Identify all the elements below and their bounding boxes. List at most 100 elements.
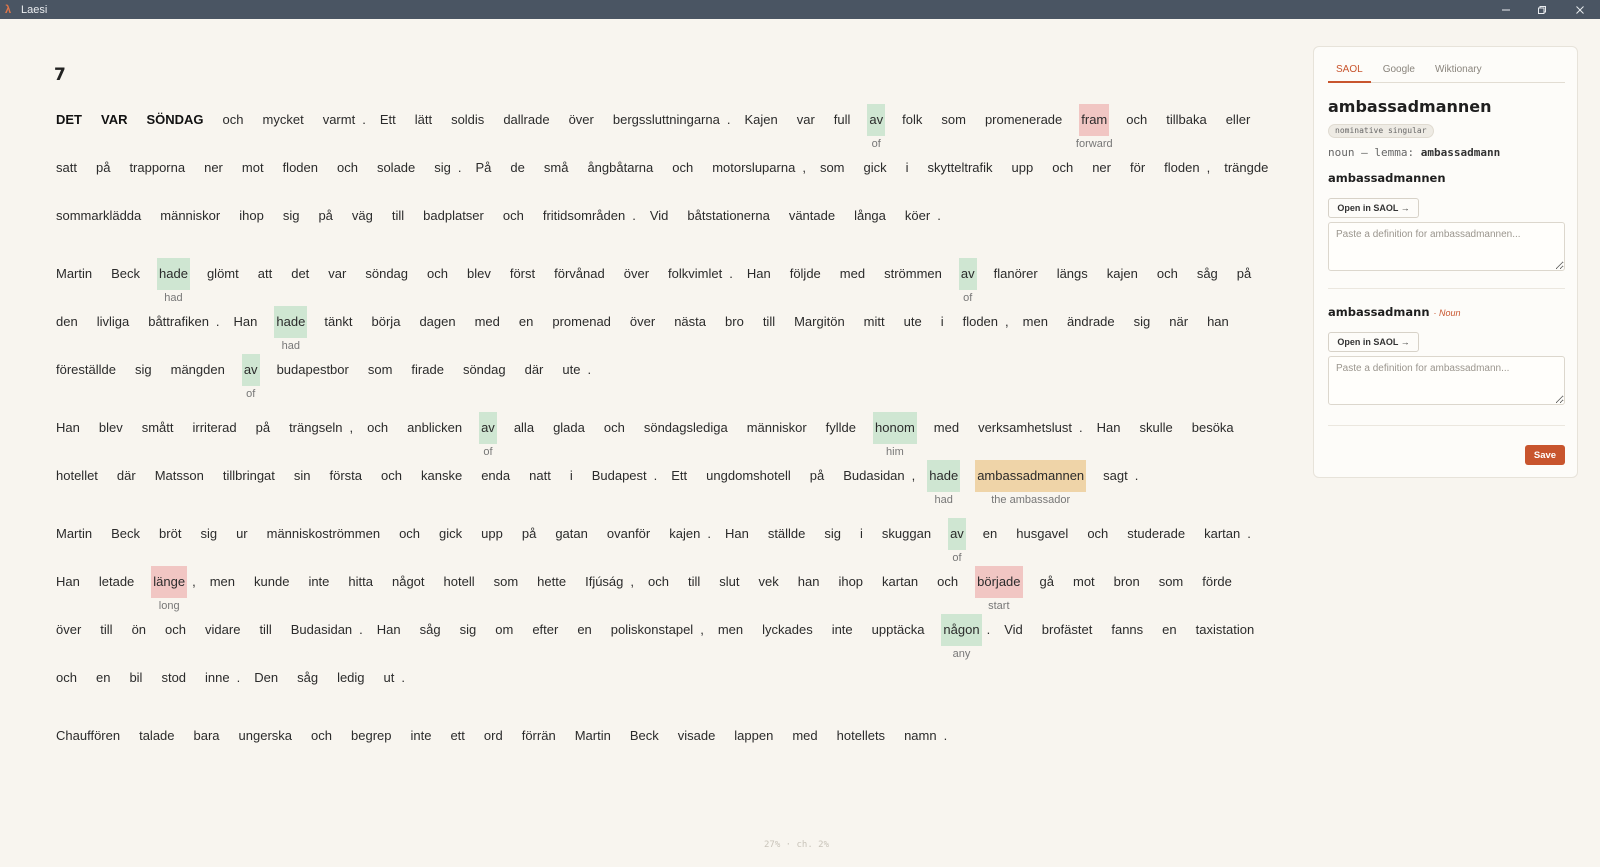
word-token[interactable]: hotell bbox=[442, 566, 477, 598]
highlighted-word[interactable]: fram forward bbox=[1076, 104, 1113, 150]
highlighted-word[interactable]: någon any bbox=[941, 614, 982, 660]
word-token[interactable]: blev bbox=[97, 412, 125, 444]
tab-wiktionary[interactable]: Wiktionary bbox=[1427, 63, 1490, 83]
word-token[interactable]: men bbox=[208, 566, 237, 598]
word-token[interactable]: i bbox=[904, 152, 911, 184]
word-token[interactable]: med bbox=[838, 258, 867, 290]
highlighted-word[interactable]: hade had bbox=[274, 306, 308, 352]
word-token[interactable]: människoströmmen bbox=[265, 518, 382, 550]
word-token[interactable]: som bbox=[492, 566, 521, 598]
word-token[interactable]: ord bbox=[482, 720, 505, 752]
word-token[interactable]: ovanför bbox=[605, 518, 652, 550]
word-token[interactable]: de bbox=[508, 152, 526, 184]
word-token[interactable]: folk bbox=[900, 104, 924, 136]
word-token[interactable]: och bbox=[365, 412, 390, 444]
word-token[interactable]: lätt bbox=[413, 104, 434, 136]
restore-button[interactable] bbox=[1524, 0, 1560, 19]
word-token[interactable]: vidare bbox=[203, 614, 242, 646]
word-token[interactable]: och bbox=[397, 518, 422, 550]
word-token[interactable]: Vid bbox=[648, 200, 671, 232]
word-token[interactable]: irriterad bbox=[191, 412, 239, 444]
word-token[interactable]: ner bbox=[1090, 152, 1113, 184]
word-token[interactable]: VAR bbox=[99, 104, 129, 136]
word-token[interactable]: var bbox=[795, 104, 817, 136]
word-token[interactable]: soldis bbox=[449, 104, 486, 136]
word-token[interactable]: visade bbox=[676, 720, 718, 752]
word-token[interactable]: blev bbox=[465, 258, 493, 290]
word-token[interactable]: ihop bbox=[237, 200, 266, 232]
word-token[interactable]: skulle bbox=[1137, 412, 1174, 444]
highlighted-word[interactable]: hade had bbox=[927, 460, 961, 506]
word-token[interactable]: natt bbox=[527, 460, 553, 492]
word-token[interactable]: namn bbox=[902, 720, 939, 752]
highlighted-word[interactable]: hade had bbox=[157, 258, 190, 304]
word-token[interactable]: väg bbox=[350, 200, 375, 232]
word-token[interactable]: Han bbox=[1095, 412, 1123, 444]
word-token[interactable]: studerade bbox=[1125, 518, 1187, 550]
word-token[interactable]: glada bbox=[551, 412, 587, 444]
word-token[interactable]: Han bbox=[54, 566, 82, 598]
tab-saol[interactable]: SAOL bbox=[1328, 63, 1371, 83]
word-token[interactable]: långa bbox=[852, 200, 888, 232]
word-token[interactable]: upptäcka bbox=[870, 614, 927, 646]
tab-google[interactable]: Google bbox=[1375, 63, 1423, 83]
word-token[interactable]: trängde bbox=[1222, 152, 1270, 184]
word-token[interactable]: bröt bbox=[157, 518, 183, 550]
word-token[interactable]: där bbox=[115, 460, 138, 492]
word-token[interactable]: söndag bbox=[363, 258, 410, 290]
word-token[interactable]: människor bbox=[158, 200, 222, 232]
word-token[interactable]: verksamhetslust bbox=[976, 412, 1074, 444]
word-token[interactable]: glömt bbox=[205, 258, 241, 290]
word-token[interactable]: hotellets bbox=[835, 720, 887, 752]
word-token[interactable]: Ifjúság bbox=[583, 566, 625, 598]
word-token[interactable]: floden bbox=[961, 306, 1000, 338]
word-token[interactable]: för bbox=[1128, 152, 1147, 184]
word-token[interactable]: upp bbox=[479, 518, 505, 550]
highlighted-word[interactable]: länge long bbox=[151, 566, 188, 612]
word-token[interactable]: ledig bbox=[335, 662, 366, 694]
word-token[interactable]: hette bbox=[535, 566, 568, 598]
word-token[interactable]: lappen bbox=[732, 720, 775, 752]
word-token[interactable]: och bbox=[309, 720, 334, 752]
word-token[interactable]: till bbox=[390, 200, 406, 232]
word-token[interactable]: sig bbox=[1132, 306, 1153, 338]
word-token[interactable]: floden bbox=[1162, 152, 1201, 184]
word-token[interactable]: sig bbox=[432, 152, 453, 184]
word-token[interactable]: promenad bbox=[550, 306, 613, 338]
word-token[interactable]: Budapest bbox=[590, 460, 649, 492]
word-token[interactable]: sagt bbox=[1101, 460, 1130, 492]
word-token[interactable]: enda bbox=[479, 460, 512, 492]
word-token[interactable]: eller bbox=[1224, 104, 1253, 136]
word-token[interactable]: budapestbor bbox=[275, 354, 351, 386]
word-token[interactable]: brofästet bbox=[1040, 614, 1095, 646]
word-token[interactable]: hotellet bbox=[54, 460, 100, 492]
word-token[interactable]: förvånad bbox=[552, 258, 607, 290]
word-token[interactable]: alla bbox=[512, 412, 536, 444]
word-token[interactable]: kanske bbox=[419, 460, 464, 492]
highlighted-word[interactable]: ambassadmannen the ambassador bbox=[975, 460, 1087, 506]
word-token[interactable]: båtstationerna bbox=[685, 200, 771, 232]
word-token[interactable]: mot bbox=[1071, 566, 1097, 598]
word-token[interactable]: Matsson bbox=[153, 460, 206, 492]
open-in-saol-button[interactable]: Open in SAOL → bbox=[1328, 198, 1419, 218]
word-token[interactable]: sommarklädda bbox=[54, 200, 143, 232]
word-token[interactable]: var bbox=[326, 258, 348, 290]
word-token[interactable]: husgavel bbox=[1014, 518, 1070, 550]
word-token[interactable]: väntade bbox=[787, 200, 837, 232]
save-button[interactable]: Save bbox=[1525, 445, 1565, 465]
word-token[interactable]: på bbox=[1235, 258, 1253, 290]
word-token[interactable]: köer bbox=[903, 200, 932, 232]
word-token[interactable]: en bbox=[575, 614, 593, 646]
word-token[interactable]: först bbox=[508, 258, 537, 290]
word-token[interactable]: Budasidan bbox=[841, 460, 906, 492]
word-token[interactable]: badplatser bbox=[421, 200, 486, 232]
word-token[interactable]: mycket bbox=[261, 104, 306, 136]
word-token[interactable]: där bbox=[523, 354, 546, 386]
highlighted-word[interactable]: började start bbox=[975, 566, 1023, 612]
word-token[interactable]: och bbox=[163, 614, 188, 646]
word-token[interactable]: Ett bbox=[378, 104, 398, 136]
word-token[interactable]: människor bbox=[745, 412, 809, 444]
word-token[interactable]: inne bbox=[203, 662, 232, 694]
word-token[interactable]: ångbåtarna bbox=[585, 152, 655, 184]
word-token[interactable]: stod bbox=[159, 662, 188, 694]
